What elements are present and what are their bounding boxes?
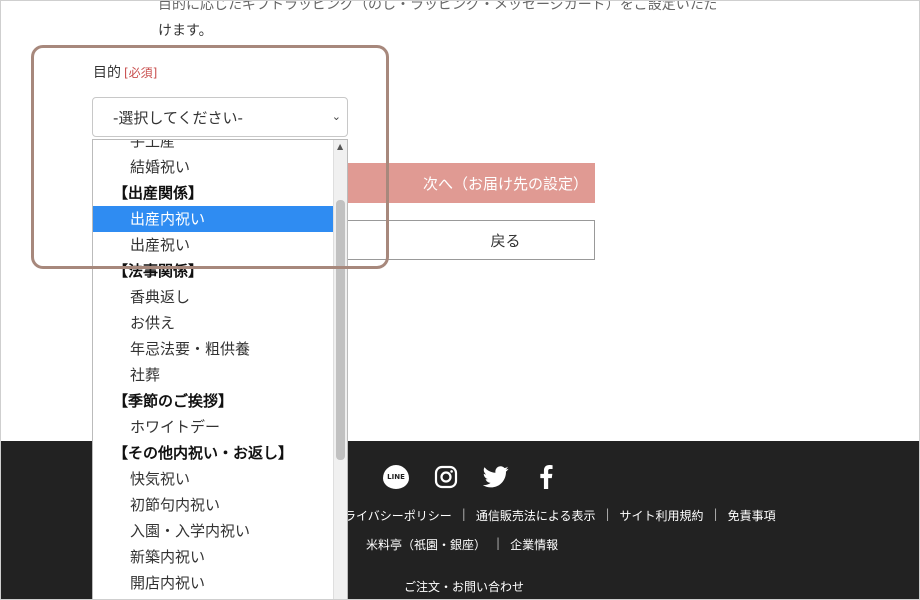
dropdown-option[interactable]: 年忌法要・粗供養 — [93, 336, 334, 362]
dropdown-option[interactable]: 快気祝い — [93, 466, 334, 492]
dropdown-option[interactable]: 初節句内祝い — [93, 492, 334, 518]
dropdown-option[interactable]: 開店内祝い — [93, 570, 334, 596]
dropdown-option[interactable]: お供え — [93, 310, 334, 336]
social-links: LINE — [382, 463, 560, 491]
highlight-frame — [31, 45, 389, 269]
link-separator: | — [605, 507, 610, 521]
line-logo-text: LINE — [383, 465, 409, 489]
dropdown-option[interactable]: 新築内祝い — [93, 544, 334, 570]
line-icon[interactable]: LINE — [382, 463, 410, 491]
link-separator: | — [461, 507, 466, 521]
footer-link-tokushoho[interactable]: 通信販売法による表示 — [476, 507, 596, 524]
dropdown-group-label: 【季節のご挨拶】 — [113, 392, 234, 410]
link-separator: | — [713, 507, 718, 521]
footer-links-row1: プライバシーポリシー | 通信販売法による表示 | サイト利用規約 | 免責事項 — [332, 507, 776, 524]
instagram-icon[interactable] — [432, 463, 460, 491]
twitter-icon[interactable] — [482, 463, 510, 491]
intro-line-1: 目的に応じたギフトラッピング（のし・ラッピング・メッセージカード）をご設定いただ — [158, 0, 718, 13]
footer-contact[interactable]: ご注文・お問い合わせ — [404, 578, 524, 595]
dropdown-option[interactable]: 香典返し — [93, 284, 334, 310]
intro-text: 目的に応じたギフトラッピング（のし・ラッピング・メッセージカード）をご設定いただ… — [158, 0, 798, 44]
link-separator: | — [496, 536, 501, 550]
footer-link-disclaimer[interactable]: 免責事項 — [728, 507, 776, 524]
intro-line-2: けます。 — [158, 23, 213, 39]
dropdown-group-label: 【その他内祝い・お返し】 — [113, 444, 294, 462]
footer-link-restaurant[interactable]: 米料亭（祇園・銀座） — [366, 536, 486, 553]
footer-link-privacy[interactable]: プライバシーポリシー — [332, 507, 452, 524]
dropdown-option[interactable]: 社葬 — [93, 362, 334, 388]
facebook-icon[interactable] — [532, 463, 560, 491]
dropdown-option[interactable]: 入園・入学内祝い — [93, 518, 334, 544]
footer-links-row2: 米料亭（祇園・銀座） | 企業情報 — [366, 536, 558, 553]
footer-link-terms[interactable]: サイト利用規約 — [620, 507, 704, 524]
footer-link-company[interactable]: 企業情報 — [510, 536, 558, 553]
dropdown-option[interactable]: ホワイトデー — [93, 414, 334, 440]
